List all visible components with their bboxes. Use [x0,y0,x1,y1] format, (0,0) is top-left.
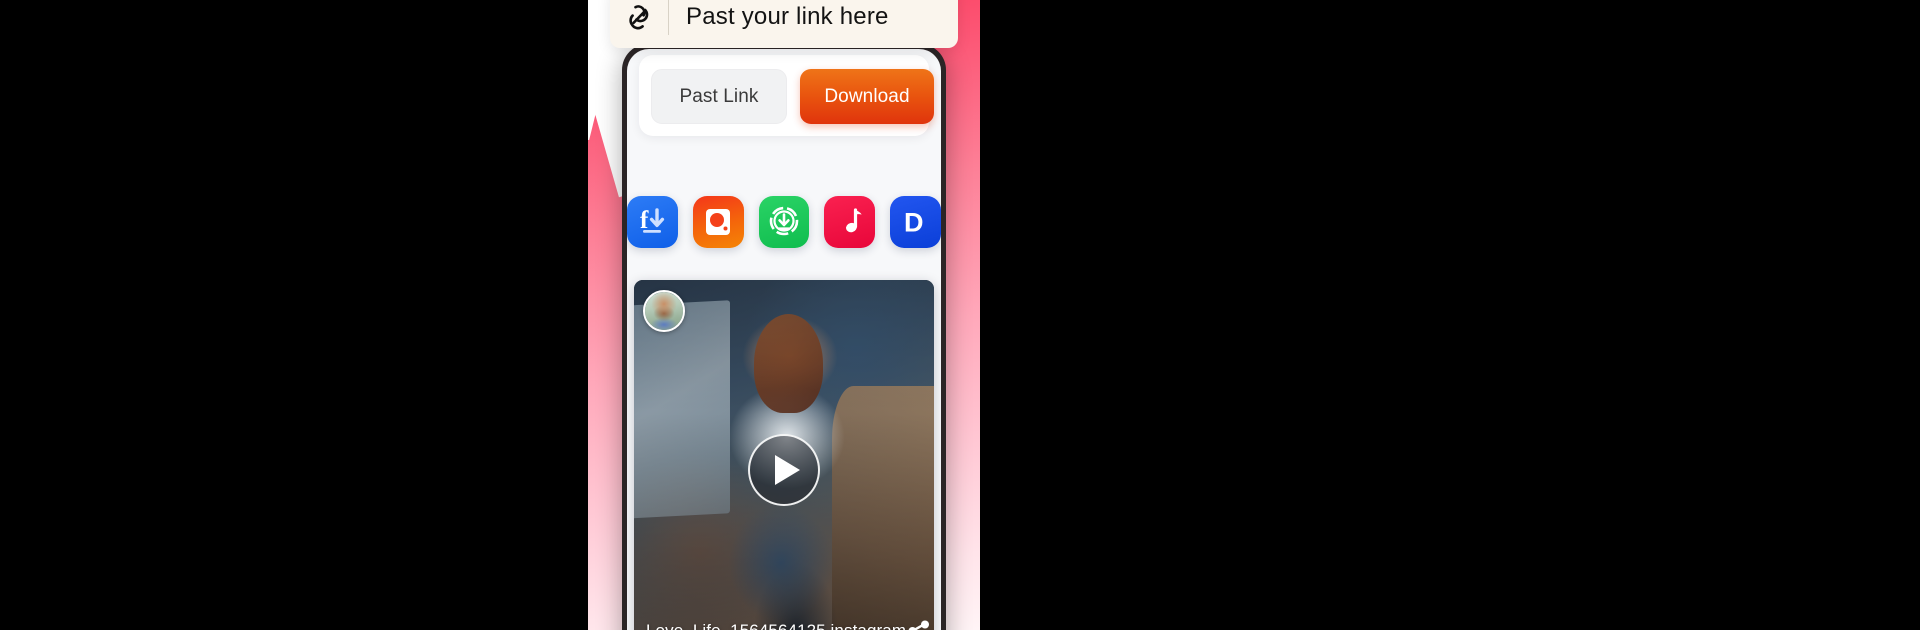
play-button[interactable] [748,434,820,506]
banner-text: Past your link here [686,3,889,30]
app-icon-facebook-downloader[interactable]: f [627,196,678,248]
download-button[interactable]: Download [800,69,934,124]
share-icon [908,620,930,630]
video-filename: Love_Life_1564564125.instagram [646,621,906,630]
app-icon-whatsapp-status-downloader[interactable] [758,196,810,248]
svg-text:f: f [640,207,649,234]
phone-screen: Past Link Download f D [627,49,941,630]
link-icon [610,1,668,33]
supported-apps-row: f D [627,196,941,248]
link-input-card: Past Link Download [639,55,934,136]
paste-link-banner[interactable]: Past your link here [610,0,958,48]
music-note-icon [845,208,862,233]
dailymotion-d-icon: D [904,208,924,238]
instagram-icon [706,209,731,235]
play-icon [774,455,800,485]
video-card-footer: Love_Life_1564564125.instagram [634,608,934,630]
app-icon-dailymotion-downloader[interactable]: D [890,196,941,248]
share-button[interactable] [906,614,932,630]
app-icon-instagram-downloader[interactable] [692,196,744,248]
avatar[interactable] [643,290,685,332]
screenshot-stage: Past Link Download f D Past your link he… [0,0,1920,630]
action-button-row: Past Link Download [651,69,934,124]
app-icon-tiktok-music-downloader[interactable] [824,196,876,248]
svg-text:D: D [904,208,924,238]
status-download-icon [769,206,799,236]
facebook-download-icon: f [640,207,665,234]
video-result-card[interactable]: Love_Life_1564564125.instagram [634,280,934,630]
paste-link-button[interactable]: Past Link [651,69,787,124]
phone-mockup: Past Link Download f D [622,44,946,630]
avatar-image [645,292,683,330]
link-chain-icon [629,5,649,30]
